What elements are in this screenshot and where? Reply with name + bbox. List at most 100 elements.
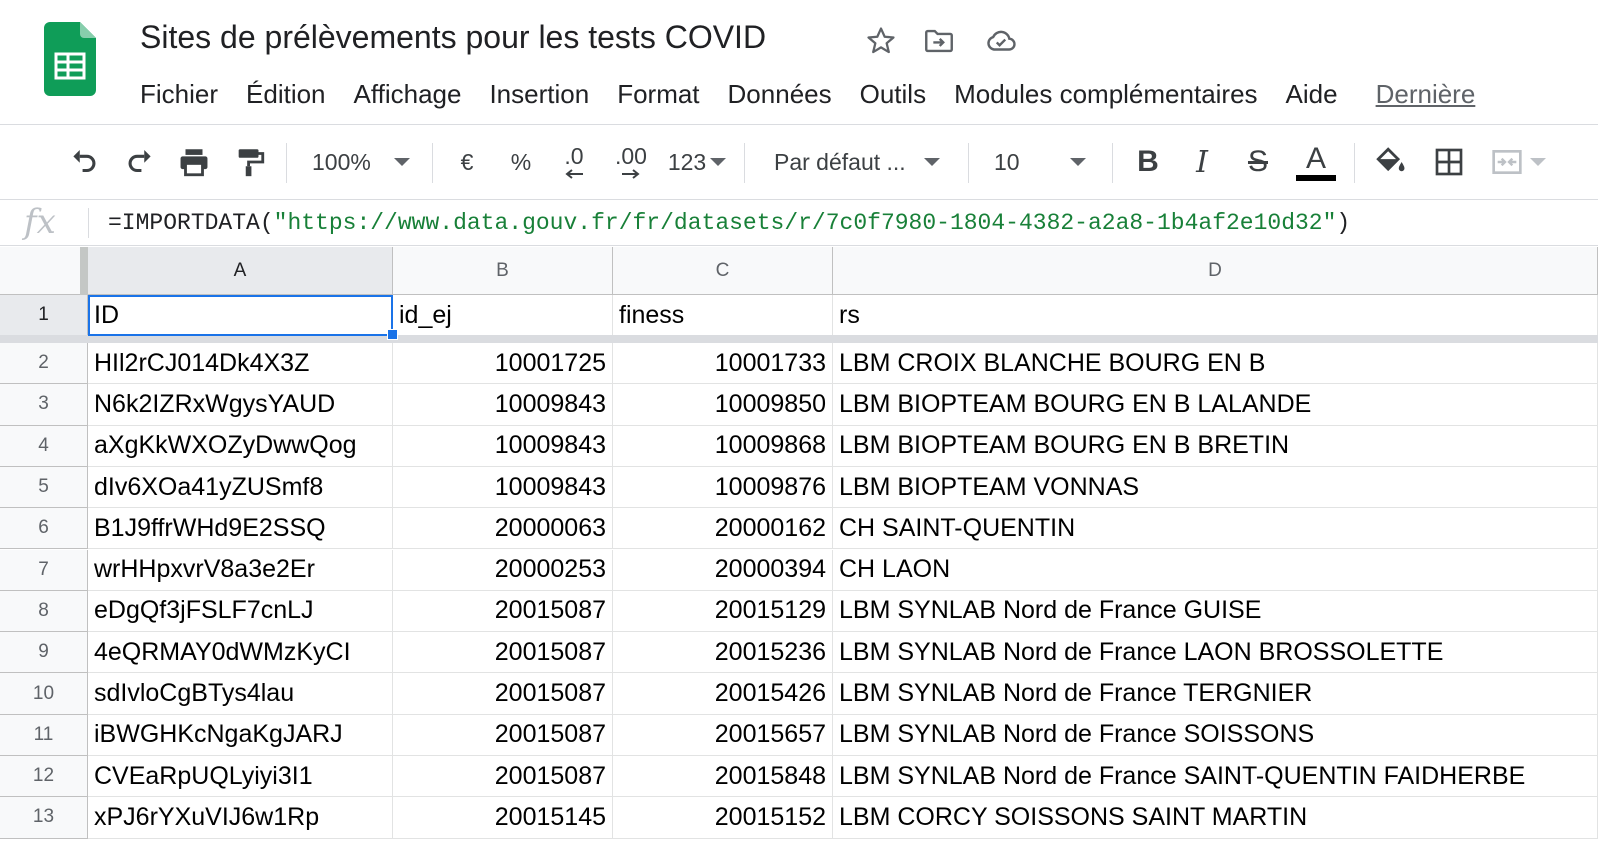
table-cell[interactable]: LBM SYNLAB Nord de France GUISE [833,590,1598,633]
table-cell[interactable]: 20015236 [613,632,833,674]
merge-cells-button[interactable] [1484,125,1552,199]
document-title[interactable]: Sites de prélèvements pour les tests COV… [140,16,766,58]
bold-button[interactable]: B [1126,125,1170,199]
menu-aide[interactable]: Aide [1272,74,1352,114]
zoom-select[interactable]: 100% [300,125,422,199]
star-icon[interactable] [864,24,898,58]
increase-decimal-button[interactable]: .00 [606,125,656,199]
decrease-decimal-button[interactable]: .0 [552,125,596,199]
row-header[interactable]: 2 [0,343,88,385]
table-cell[interactable]: 20015087 [393,632,613,674]
table-cell[interactable]: sdIvloCgBTys4lau [88,673,393,715]
table-cell[interactable]: 20015657 [613,714,833,756]
move-to-folder-icon[interactable] [922,24,956,58]
more-formats-button[interactable]: 123 [664,125,730,199]
formula-input[interactable]: =IMPORTDATA("https://www.data.gouv.fr/fr… [108,209,1350,237]
row-header[interactable]: 3 [0,384,88,426]
table-cell[interactable]: N6k2IZRxWgysYAUD [88,384,393,426]
table-cell[interactable]: iBWGHKcNgaKgJARJ [88,714,393,756]
table-cell[interactable]: 4eQRMAY0dWMzKyCI [88,632,393,674]
select-all-corner[interactable] [0,247,88,295]
table-cell[interactable]: 20015848 [613,756,833,798]
table-cell[interactable]: LBM CROIX BLANCHE BOURG EN B [833,343,1598,385]
row-header[interactable]: 11 [0,714,88,756]
paint-format-button[interactable] [228,125,272,199]
table-cell[interactable]: CVEaRpUQLyiyi3I1 [88,756,393,798]
fill-color-button[interactable] [1368,125,1414,199]
last-edit-link[interactable]: Dernière [1352,74,1490,114]
table-cell[interactable]: CH SAINT-QUENTIN [833,508,1598,550]
table-cell[interactable]: 20015087 [393,590,613,633]
table-cell[interactable]: 20015129 [613,590,833,633]
currency-format-button[interactable]: € [446,125,488,199]
table-cell[interactable]: 20015087 [393,673,613,715]
row-header[interactable]: 4 [0,425,88,467]
column-header-d[interactable]: D [833,247,1598,295]
table-cell[interactable]: 10009843 [393,425,613,467]
table-cell[interactable]: 20015087 [393,714,613,756]
column-header-a[interactable]: A [88,247,393,295]
fill-handle[interactable] [387,329,398,340]
table-cell[interactable]: 10009843 [393,466,613,509]
table-cell[interactable]: 10009843 [393,384,613,426]
table-cell[interactable]: LBM CORCY SOISSONS SAINT MARTIN [833,797,1598,839]
table-cell[interactable]: eDgQf3jFSLF7cnLJ [88,590,393,633]
text-color-button[interactable]: A [1292,125,1340,199]
borders-button[interactable] [1426,125,1472,199]
frozen-row-divider[interactable] [0,335,1598,343]
table-cell[interactable]: CH LAON [833,549,1598,591]
header-cell[interactable]: rs [833,295,1598,336]
row-header[interactable]: 5 [0,466,88,509]
row-header[interactable]: 8 [0,590,88,633]
table-cell[interactable]: 20000394 [613,549,833,591]
menu-donnees[interactable]: Données [714,74,846,114]
table-cell[interactable]: wrHHpxvrV8a3e2Er [88,549,393,591]
table-cell[interactable]: 20015152 [613,797,833,839]
table-cell[interactable]: xPJ6rYXuVIJ6w1Rp [88,797,393,839]
header-cell[interactable]: finess [613,295,833,336]
table-cell[interactable]: 20000063 [393,508,613,550]
undo-button[interactable] [62,125,106,199]
table-cell[interactable]: 20000162 [613,508,833,550]
column-header-c[interactable]: C [613,247,833,295]
row-header[interactable]: 6 [0,508,88,550]
header-cell[interactable]: ID [88,295,393,336]
print-button[interactable] [172,125,216,199]
table-cell[interactable]: 10009868 [613,425,833,467]
freeze-handle[interactable] [80,247,88,295]
table-cell[interactable]: 10001725 [393,343,613,385]
table-cell[interactable]: LBM BIOPTEAM VONNAS [833,466,1598,509]
table-cell[interactable]: 10009850 [613,384,833,426]
row-header[interactable]: 10 [0,673,88,715]
font-size-select[interactable]: 10 [982,125,1098,199]
table-cell[interactable]: LBM BIOPTEAM BOURG EN B LALANDE [833,384,1598,426]
sheets-logo-icon[interactable] [44,22,96,96]
table-cell[interactable]: aXgKkWXOZyDwwQog [88,425,393,467]
redo-button[interactable] [118,125,162,199]
row-header[interactable]: 12 [0,756,88,798]
menu-fichier[interactable]: Fichier [126,74,232,114]
table-cell[interactable]: 10001733 [613,343,833,385]
table-cell[interactable]: 20015087 [393,756,613,798]
font-family-select[interactable]: Par défaut ... [760,125,954,199]
table-cell[interactable]: 20015145 [393,797,613,839]
menu-modules[interactable]: Modules complémentaires [940,74,1271,114]
row-header[interactable]: 1 [0,295,88,336]
menu-format[interactable]: Format [603,74,713,114]
table-cell[interactable]: 20015426 [613,673,833,715]
cloud-saved-icon[interactable] [984,24,1018,58]
table-cell[interactable]: 10009876 [613,466,833,509]
column-header-b[interactable]: B [393,247,613,295]
table-cell[interactable]: LBM SYNLAB Nord de France LAON BROSSOLET… [833,632,1598,674]
table-cell[interactable]: LBM SYNLAB Nord de France SOISSONS [833,714,1598,756]
percent-format-button[interactable]: % [500,125,542,199]
table-cell[interactable]: dIv6XOa41yZUSmf8 [88,466,393,509]
menu-outils[interactable]: Outils [846,74,940,114]
row-header[interactable]: 7 [0,549,88,591]
menu-insertion[interactable]: Insertion [475,74,603,114]
row-header[interactable]: 13 [0,797,88,839]
row-header[interactable]: 9 [0,632,88,674]
table-cell[interactable]: HIl2rCJ014Dk4X3Z [88,343,393,385]
menu-edition[interactable]: Édition [232,74,340,114]
table-cell[interactable]: 20000253 [393,549,613,591]
